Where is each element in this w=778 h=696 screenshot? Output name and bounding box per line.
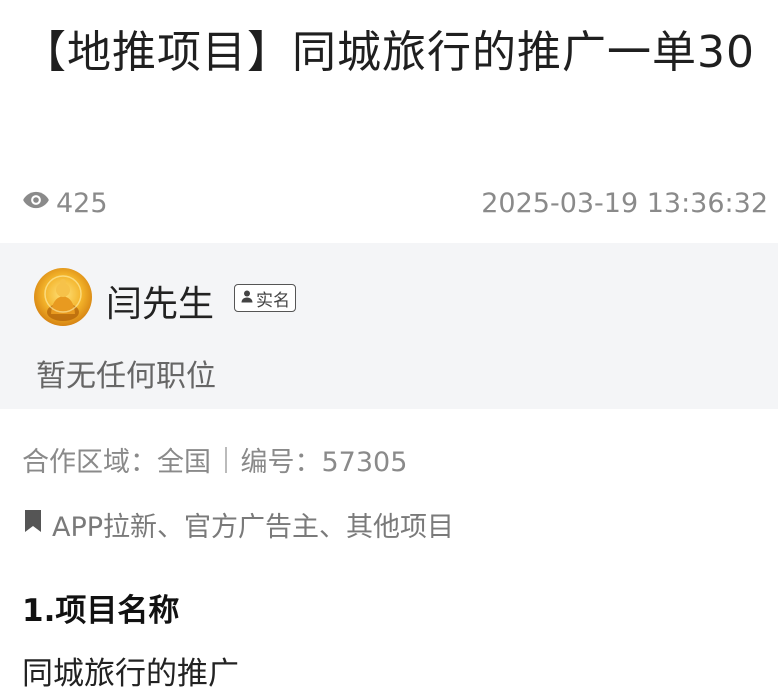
post-title: 【地推项目】同城旅行的推广一单30 [22,27,755,78]
view-count: 425 [22,186,108,221]
section-heading: 1.项目名称 [22,593,180,629]
author-role: 暂无任何职位 [36,359,216,394]
post-timestamp: 2025-03-19 13:36:32 [481,187,768,219]
eye-icon [22,186,50,221]
verified-label: 实名 [256,290,290,311]
section-body: 同城旅行的推广 [22,656,239,692]
author-name[interactable]: 闫先生 [106,275,214,327]
view-count-value: 425 [56,187,108,219]
bookmark-icon [22,508,44,541]
post-meta: 425 2025-03-19 13:36:32 [22,183,768,223]
tags-text: APP拉新、官方广告主、其他项目 [52,512,455,543]
author-panel[interactable]: 闫先生 实名 暂无任何职位 [0,243,778,409]
cooperation-region: 合作区域：全国 [22,447,211,478]
verified-badge: 实名 [234,284,296,312]
person-icon [240,288,254,308]
cooperation-info: 合作区域：全国 编号：57305 [22,440,407,479]
project-tags: APP拉新、官方广告主、其他项目 [22,505,454,544]
avatar[interactable] [34,268,92,326]
project-code: 编号：57305 [240,447,408,478]
info-divider [225,446,227,473]
